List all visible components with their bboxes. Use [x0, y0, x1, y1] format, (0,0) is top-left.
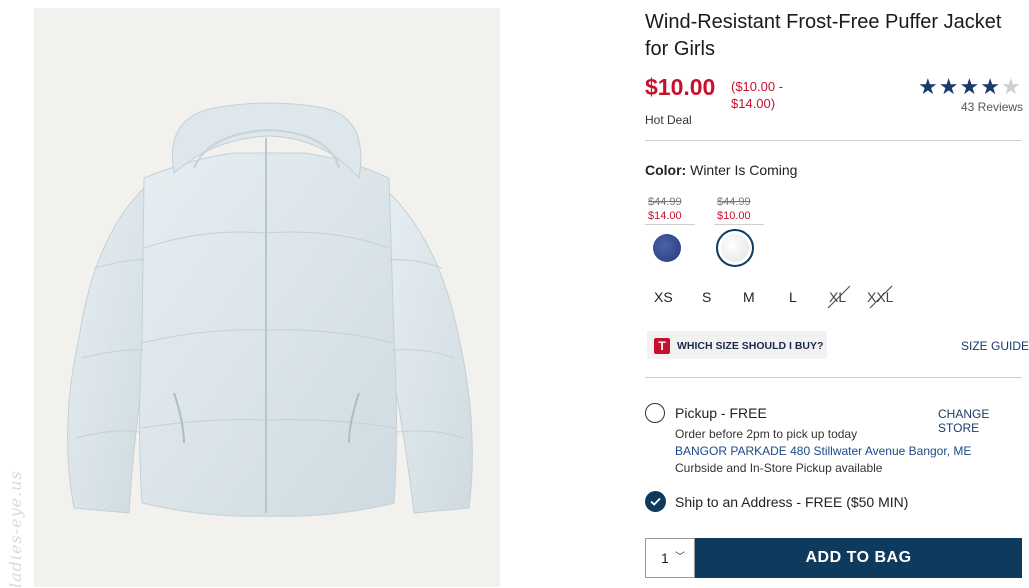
add-to-bag-button[interactable]: ADD TO BAG: [695, 538, 1022, 578]
star-empty-icon: ★: [1000, 74, 1022, 99]
swatch-sale-price: $10.00: [717, 210, 751, 222]
color-value: Winter Is Coming: [690, 162, 798, 178]
divider: [714, 224, 764, 225]
size-option-xs[interactable]: XS: [654, 289, 673, 305]
star-icon: ★: [938, 74, 960, 99]
size-option-m[interactable]: M: [743, 289, 755, 305]
which-size-label: WHICH SIZE SHOULD I BUY?: [677, 340, 824, 352]
checkmark-icon: [650, 497, 661, 506]
star-icon: ★: [959, 74, 981, 99]
color-selection: Color: Winter Is Coming: [645, 162, 797, 178]
star-icon: ★: [980, 74, 1001, 99]
swatch-price-navy: $44.99 $14.00: [648, 195, 682, 223]
quantity-value: 1: [661, 550, 669, 566]
pickup-cutoff-text: Order before 2pm to pick up today: [675, 427, 858, 441]
original-price: $44.99: [648, 196, 682, 208]
pickup-radio[interactable]: [645, 403, 665, 423]
color-swatch-winter-is-coming[interactable]: [721, 234, 749, 262]
store-address-link[interactable]: BANGOR PARKADE 480 Stillwater Avenue Ban…: [675, 444, 971, 458]
puffer-jacket-image: [67, 102, 473, 517]
size-option-l[interactable]: L: [789, 289, 797, 305]
watermark: ladies-eye.us: [6, 470, 25, 588]
divider: [645, 224, 695, 225]
quantity-select[interactable]: [645, 538, 695, 578]
ship-radio-checked[interactable]: [645, 491, 666, 512]
chevron-down-icon: ﹀: [675, 552, 685, 563]
curbside-note: Curbside and In-Store Pickup available: [675, 461, 883, 475]
unavailable-slash-icon: [827, 285, 851, 309]
change-store-link[interactable]: CHANGE STORE: [938, 407, 1029, 435]
divider: [645, 140, 1022, 141]
product-title: Wind-Resistant Frost-Free Puffer Jacket …: [645, 11, 1002, 60]
ship-to-address-label: Ship to an Address - FREE ($50 MIN): [675, 494, 909, 510]
price-range: ($10.00 - $14.00): [731, 79, 784, 111]
rating-stars[interactable]: ★★★★★: [918, 74, 1022, 100]
pickup-label: Pickup - FREE: [675, 405, 767, 421]
star-icon: ★: [918, 74, 939, 99]
swatch-price-winter: $44.99 $10.00: [717, 195, 751, 223]
product-image[interactable]: [34, 8, 500, 587]
color-swatch-navy[interactable]: [653, 234, 681, 262]
reviews-link[interactable]: 43 Reviews: [961, 100, 1023, 114]
sale-price: $10.00: [645, 74, 716, 100]
size-guide-link[interactable]: SIZE GUIDE: [961, 339, 1029, 353]
unavailable-slash-icon: [869, 285, 893, 309]
hot-deal-badge: Hot Deal: [645, 113, 692, 127]
divider: [645, 377, 1022, 378]
true-fit-icon: T: [654, 338, 670, 354]
size-option-s[interactable]: S: [702, 289, 711, 305]
original-price: $44.99: [717, 196, 751, 208]
color-label: Color:: [645, 162, 687, 178]
swatch-sale-price: $14.00: [648, 210, 682, 222]
